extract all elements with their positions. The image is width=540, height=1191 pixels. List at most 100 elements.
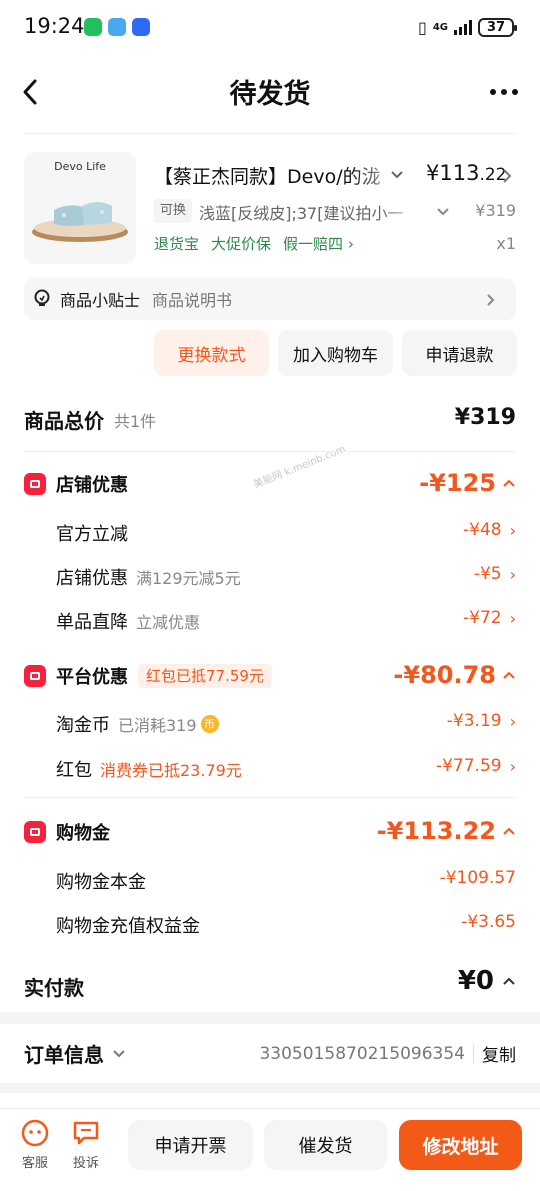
tips-sub: 商品说明书: [152, 291, 233, 310]
sandal-image: [32, 202, 128, 242]
change-style-button[interactable]: 更换款式: [154, 330, 269, 376]
chevron-down-icon[interactable]: [436, 207, 450, 217]
shopping-money-amount-wrap[interactable]: -¥113.22: [377, 817, 516, 845]
chevron-up-icon: [503, 977, 515, 985]
service-tag: 大促价保: [211, 235, 272, 253]
goods-total-label: 商品总价: [24, 409, 104, 433]
status-time: 19:24: [24, 14, 85, 38]
customer-service-button[interactable]: 客服: [13, 1118, 57, 1171]
order-number: 3305015870215096354: [259, 1043, 465, 1064]
battery-level: 37: [486, 19, 506, 35]
goods-total: 商品总价 共1件: [24, 405, 156, 434]
divider: [24, 451, 516, 452]
customer-service-icon: [21, 1119, 49, 1147]
more-dot-icon: [490, 89, 496, 95]
discount-note: 立减优惠: [136, 613, 201, 632]
platform-discount-amount-wrap[interactable]: -¥80.78: [393, 661, 516, 689]
product-image[interactable]: Devo Life: [24, 152, 136, 264]
shop-discount-amount-wrap[interactable]: -¥125: [419, 469, 516, 497]
shop-discount-amount: -¥125: [419, 469, 496, 497]
discount-amount: -¥77.59: [435, 756, 502, 776]
discount-row: 单品直降 立减优惠: [56, 608, 200, 634]
tips-label: 商品小贴士: [60, 291, 141, 310]
shopping-money-label: 购物金: [56, 823, 110, 844]
discount-note: 消费券已抵23.79元: [100, 761, 242, 780]
apply-refund-button[interactable]: 申请退款: [402, 330, 517, 376]
shop-discount-header[interactable]: 店铺优惠: [24, 471, 128, 497]
discount-label: 店铺优惠: [56, 568, 128, 589]
discount-amount: -¥48: [463, 520, 502, 540]
chevron-right-icon: ›: [509, 520, 516, 540]
chevron-up-icon: [503, 671, 515, 679]
platform-discount-amount: -¥80.78: [393, 661, 496, 689]
discount-note: 已消耗319: [118, 716, 197, 735]
discount-amount: -¥3.65: [461, 912, 516, 932]
discount-amount-row[interactable]: -¥48 ›: [463, 520, 516, 540]
service-tags[interactable]: 退货宝 大促价保 假一赔四 ›: [154, 233, 354, 254]
paid-label-text: 实付款: [24, 976, 84, 1000]
complaint-label: 投诉: [72, 1156, 99, 1171]
discount-amount-row[interactable]: -¥5 ›: [474, 564, 516, 584]
discount-note: 满129元减5元: [136, 569, 241, 588]
discount-row: 官方立减: [56, 520, 128, 546]
modify-address-button[interactable]: 修改地址: [399, 1120, 522, 1170]
paid-amount-wrap[interactable]: ¥0: [458, 966, 516, 996]
service-tag: 假一赔四 ›: [283, 235, 354, 253]
discount-amount: -¥3.19: [446, 711, 502, 731]
discount-row: 购物金充值权益金: [56, 912, 200, 938]
chevron-down-icon[interactable]: [390, 170, 404, 180]
platform-discount-header[interactable]: 平台优惠 红包已抵77.59元: [24, 663, 272, 689]
product-tips-bar[interactable]: 商品小贴士 商品说明书: [24, 278, 516, 320]
page-title: 待发货: [229, 79, 311, 110]
order-info-toggle[interactable]: 订单信息: [24, 1039, 126, 1068]
section-separator: [0, 1083, 540, 1093]
more-dot-icon: [501, 89, 507, 95]
discount-amount: -¥109.57: [439, 868, 516, 888]
product-price: ¥113.22: [426, 161, 507, 185]
discount-label: 官方立减: [56, 524, 128, 545]
goods-total-value: ¥319: [454, 405, 516, 430]
complaint-icon: [73, 1121, 99, 1145]
bulb-icon: [34, 289, 50, 306]
spec-exchange-tag: 可换: [154, 199, 193, 223]
product-price-main: ¥113: [426, 161, 480, 185]
chevron-up-icon: [503, 479, 515, 487]
discount-amount-row[interactable]: -¥72 ›: [463, 608, 516, 628]
complaint-button[interactable]: 投诉: [64, 1118, 108, 1171]
shopping-money-amount: -¥113.22: [376, 817, 496, 845]
status-bar: 19:24 ▯ 4G 37: [0, 0, 540, 56]
chevron-right-icon: [487, 294, 495, 306]
discount-row: 店铺优惠 满129元减5元: [56, 564, 241, 590]
service-tag-label: 假一赔四: [283, 235, 344, 253]
discount-amount-row: -¥109.57: [440, 868, 516, 888]
discount-label: 红包: [56, 760, 92, 781]
paid-label: 实付款: [24, 972, 84, 1001]
network-label: 4G: [432, 21, 448, 33]
chevron-right-icon[interactable]: [502, 168, 512, 184]
apply-invoice-button[interactable]: 申请开票: [128, 1120, 253, 1170]
urge-shipping-button[interactable]: 催发货: [264, 1120, 387, 1170]
wechat-icon: [84, 18, 102, 36]
discount-row: 红包 消费券已抵23.79元: [56, 756, 242, 782]
chevron-right-icon: ›: [509, 608, 516, 628]
chevron-up-icon: [503, 827, 515, 835]
more-button[interactable]: [484, 80, 524, 104]
coin-icon: 币: [200, 715, 219, 733]
goods-total-count: 共1件: [114, 411, 157, 431]
add-to-cart-button[interactable]: 加入购物车: [278, 330, 393, 376]
shopping-money-header[interactable]: 购物金: [24, 819, 110, 845]
shop-discount-label: 店铺优惠: [56, 475, 128, 496]
chevron-down-icon: [113, 1049, 125, 1057]
chevron-right-icon: ›: [509, 564, 516, 584]
copy-button[interactable]: 复制: [482, 1041, 516, 1066]
voice-app-icon: [132, 18, 150, 36]
discount-row: 购物金本金: [56, 868, 146, 894]
shopping-bag-icon: [24, 821, 46, 843]
more-dot-icon: [512, 89, 518, 95]
watermark: 美能网 k.meinb.com: [252, 443, 348, 491]
discount-amount-row[interactable]: -¥3.19 ›: [447, 711, 516, 731]
quantity: x1: [496, 234, 516, 253]
section-separator: [0, 1012, 540, 1024]
discount-amount-row[interactable]: -¥77.59 ›: [436, 756, 516, 776]
chevron-right-icon: ›: [509, 756, 516, 776]
